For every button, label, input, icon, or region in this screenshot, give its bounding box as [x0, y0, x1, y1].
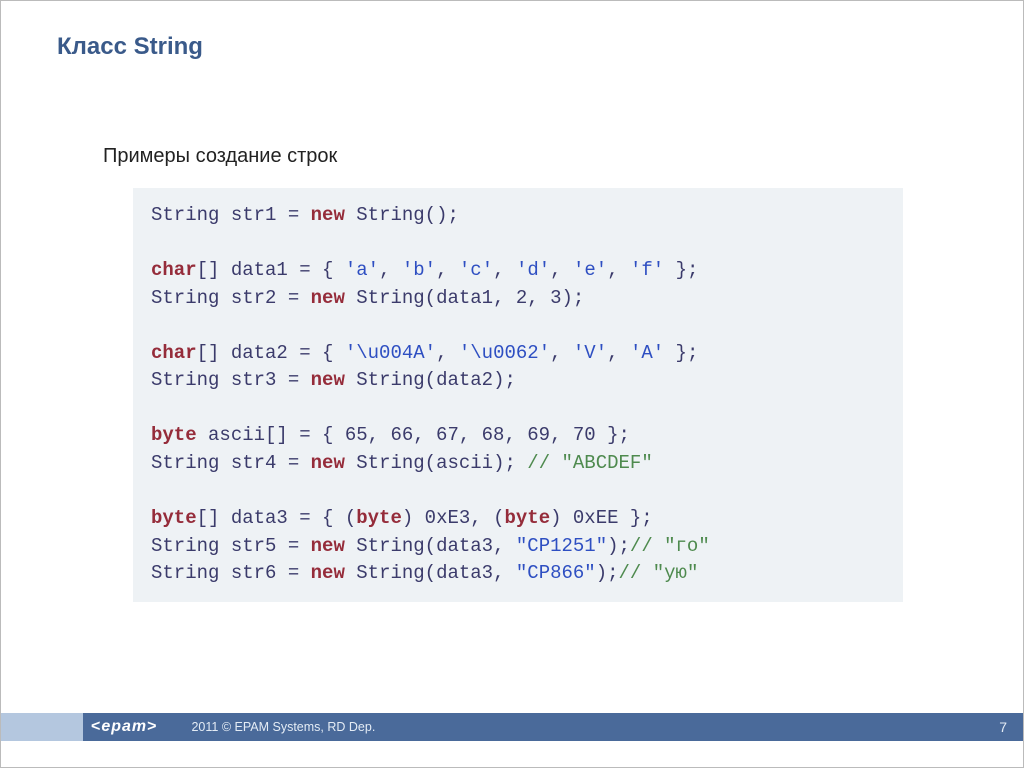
- code-token: ) 0xE3, (: [402, 507, 505, 529]
- code-token: String str2 =: [151, 287, 311, 309]
- code-line: byte ascii[] = { 65, 66, 67, 68, 69, 70 …: [151, 422, 885, 450]
- code-token: String(data2);: [345, 369, 516, 391]
- code-token: char: [151, 259, 197, 281]
- code-token: String str4 =: [151, 452, 311, 474]
- code-line: [151, 395, 885, 423]
- code-token: [] data1 = {: [197, 259, 345, 281]
- code-token: ,: [436, 342, 459, 364]
- angle-right-icon: >: [147, 718, 157, 736]
- code-token: String(ascii);: [345, 452, 527, 474]
- footer-accent: [1, 713, 83, 741]
- code-token: String(data1, 2, 3);: [345, 287, 584, 309]
- code-line: [151, 312, 885, 340]
- code-token: new: [311, 369, 345, 391]
- code-token: ,: [607, 259, 630, 281]
- code-token: ,: [436, 259, 459, 281]
- code-token: ,: [493, 259, 516, 281]
- code-token: };: [664, 259, 698, 281]
- footer: < epam > 2011 © EPAM Systems, RD Dep. 7: [1, 713, 1023, 741]
- epam-logo: < epam >: [85, 716, 163, 738]
- code-token: 'c': [459, 259, 493, 281]
- footer-bar: < epam > 2011 © EPAM Systems, RD Dep. 7: [83, 713, 1023, 741]
- code-token: byte: [504, 507, 550, 529]
- code-line: String str5 = new String(data3, "CP1251"…: [151, 533, 885, 561]
- logo-text: epam: [101, 718, 147, 736]
- code-block: String str1 = new String(); char[] data1…: [133, 188, 903, 602]
- code-token: char: [151, 342, 197, 364]
- code-token: '\u0062': [459, 342, 550, 364]
- code-token: 'V': [573, 342, 607, 364]
- code-token: "CP1251": [516, 535, 607, 557]
- code-token: new: [311, 535, 345, 557]
- code-token: 'b': [402, 259, 436, 281]
- code-token: };: [664, 342, 698, 364]
- slide-title: Класс String: [1, 1, 1023, 61]
- code-line: char[] data2 = { '\u004A', '\u0062', 'V'…: [151, 340, 885, 368]
- code-token: 'a': [345, 259, 379, 281]
- footer-left: < epam > 2011 © EPAM Systems, RD Dep.: [85, 716, 375, 738]
- code-token: ,: [379, 259, 402, 281]
- code-token: // "ую": [619, 562, 699, 584]
- code-token: );: [607, 535, 630, 557]
- code-token: ,: [607, 342, 630, 364]
- code-token: String(data3,: [345, 562, 516, 584]
- code-token: String(data3,: [345, 535, 516, 557]
- code-token: [] data2 = {: [197, 342, 345, 364]
- code-line: String str2 = new String(data1, 2, 3);: [151, 285, 885, 313]
- code-token: // "го": [630, 535, 710, 557]
- code-line: String str4 = new String(ascii); // "ABC…: [151, 450, 885, 478]
- code-token: String str1 =: [151, 204, 311, 226]
- code-token: '\u004A': [345, 342, 436, 364]
- code-line: char[] data1 = { 'a', 'b', 'c', 'd', 'e'…: [151, 257, 885, 285]
- code-token: String str5 =: [151, 535, 311, 557]
- code-token: ascii[] = { 65, 66, 67, 68, 69, 70 };: [197, 424, 630, 446]
- code-token: new: [311, 287, 345, 309]
- code-token: [] data3 = { (: [197, 507, 357, 529]
- code-token: String();: [345, 204, 459, 226]
- code-token: byte: [151, 507, 197, 529]
- code-token: byte: [151, 424, 197, 446]
- code-token: new: [311, 452, 345, 474]
- code-token: );: [596, 562, 619, 584]
- code-token: "CP866": [516, 562, 596, 584]
- code-token: 'd': [516, 259, 550, 281]
- code-line: String str6 = new String(data3, "CP866")…: [151, 560, 885, 588]
- page-number: 7: [999, 719, 1007, 735]
- angle-left-icon: <: [91, 718, 101, 736]
- code-token: 'e': [573, 259, 607, 281]
- code-token: ) 0xEE };: [550, 507, 653, 529]
- code-line: String str3 = new String(data2);: [151, 367, 885, 395]
- code-line: [151, 477, 885, 505]
- code-token: String str6 =: [151, 562, 311, 584]
- code-line: byte[] data3 = { (byte) 0xE3, (byte) 0xE…: [151, 505, 885, 533]
- code-token: new: [311, 204, 345, 226]
- code-token: 'A': [630, 342, 664, 364]
- footer-copyright: 2011 © EPAM Systems, RD Dep.: [191, 720, 375, 734]
- code-token: byte: [356, 507, 402, 529]
- code-token: new: [311, 562, 345, 584]
- code-line: [151, 230, 885, 258]
- code-line: String str1 = new String();: [151, 202, 885, 230]
- slide-subtitle: Примеры создание строк: [1, 61, 1023, 180]
- code-token: String str3 =: [151, 369, 311, 391]
- code-token: ,: [550, 259, 573, 281]
- code-token: ,: [550, 342, 573, 364]
- code-token: 'f': [630, 259, 664, 281]
- slide: Класс String Примеры создание строк Stri…: [0, 0, 1024, 768]
- code-token: // "ABCDEF": [527, 452, 652, 474]
